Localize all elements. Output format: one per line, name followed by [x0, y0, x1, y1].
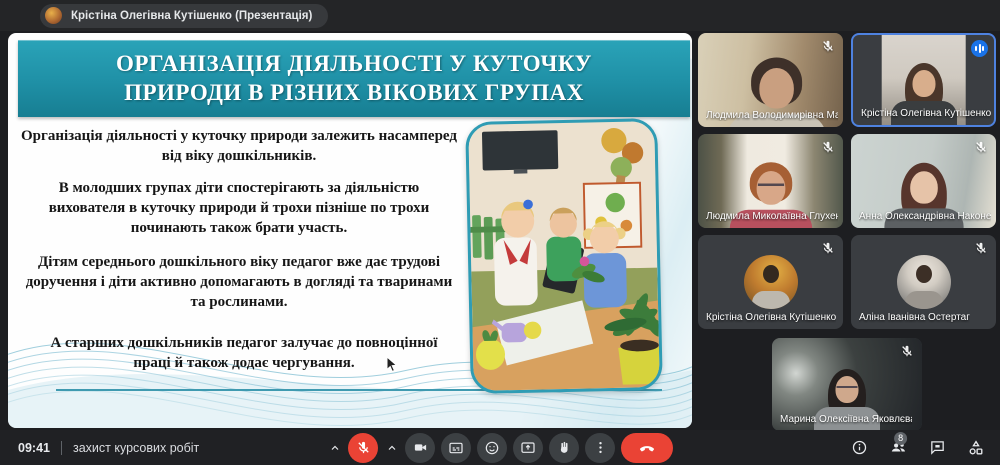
- clock-time: 09:41: [18, 440, 50, 455]
- meeting-details-button[interactable]: [849, 437, 869, 459]
- slide-paragraph-1: Організація діяльності у куточку природи…: [21, 128, 457, 164]
- slide-title-line1: ОРГАНІЗАЦІЯ ДІЯЛЬНОСТІ У КУТОЧКУ: [116, 50, 592, 76]
- meeting-title: захист курсових робіт: [72, 440, 200, 455]
- panel-icons: 8: [849, 430, 986, 465]
- mic-off-icon: [902, 345, 912, 357]
- presenter-chip[interactable]: Крістіна Олегівна Кутішенко (Презентація…: [40, 3, 329, 28]
- more-options-button[interactable]: [585, 432, 615, 463]
- call-controls: [327, 432, 673, 463]
- chat-button[interactable]: [927, 437, 947, 459]
- mic-off-button[interactable]: [348, 432, 378, 463]
- activities-button[interactable]: [966, 437, 986, 459]
- meeting-meta: 09:41 захист курсових робіт: [18, 430, 199, 465]
- leave-call-button[interactable]: [621, 432, 673, 463]
- participant-name: Крістіна Олегівна Кутішенко: [861, 108, 992, 119]
- raise-hand-button[interactable]: [549, 432, 579, 463]
- mic-off-icon: [823, 40, 833, 52]
- mic-options-button[interactable]: [327, 433, 342, 463]
- people-button[interactable]: 8: [888, 431, 908, 459]
- chevron-up-icon: [331, 445, 338, 450]
- mic-off-icon: [976, 242, 986, 254]
- slide-title: ОРГАНІЗАЦІЯ ДІЯЛЬНОСТІ У КУТОЧКУ ПРИРОДИ…: [18, 40, 690, 117]
- participant-tile[interactable]: Анна Олександрівна Наконечна: [851, 134, 996, 228]
- vertical-dots-icon: [598, 441, 602, 454]
- participant-tile[interactable]: Аліна Іванівна Остертаг: [851, 235, 996, 329]
- captions-button[interactable]: [441, 432, 471, 463]
- participant-name: Людмила Миколаївна Глухенька: [706, 211, 838, 222]
- activities-icon: [969, 439, 983, 454]
- speaking-indicator-icon: [971, 40, 988, 57]
- participant-name: Анна Олександрівна Наконечна: [859, 211, 991, 222]
- participant-tile[interactable]: Марина Олексіївна Яковлєва: [772, 338, 922, 431]
- participant-name: Аліна Іванівна Остертаг: [859, 312, 970, 323]
- bottom-bar: 09:41 захист курсових робіт 8: [0, 430, 1000, 465]
- participant-tile[interactable]: Людмила Володимирівна Мальце...: [698, 33, 843, 127]
- captions-icon: [449, 442, 463, 453]
- participant-name: Марина Олексіївна Яковлєва: [780, 414, 912, 425]
- reactions-button[interactable]: [477, 432, 507, 463]
- presenter-chip-label: Крістіна Олегівна Кутішенко (Презентація…: [71, 9, 313, 22]
- participant-tile[interactable]: Людмила Миколаївна Глухенька: [698, 134, 843, 228]
- camera-options-button[interactable]: [384, 433, 399, 463]
- participant-tile[interactable]: Крістіна Олегівна Кутішенко: [698, 235, 843, 329]
- participant-name: Людмила Володимирівна Мальце...: [706, 110, 838, 121]
- slide-photo: [465, 118, 663, 394]
- participant-tile[interactable]: Крістіна Олегівна Кутішенко: [851, 33, 996, 127]
- info-icon: [852, 440, 866, 455]
- meet-window: Крістіна Олегівна Кутішенко (Презентація…: [0, 0, 1000, 465]
- presentation-tile[interactable]: ОРГАНІЗАЦІЯ ДІЯЛЬНОСТІ У КУТОЧКУ ПРИРОДИ…: [8, 33, 692, 428]
- mouse-cursor: [386, 356, 398, 373]
- participant-avatar: [743, 255, 798, 309]
- participant-name: Крістіна Олегівна Кутішенко: [706, 312, 837, 323]
- smiley-icon: [485, 441, 499, 454]
- mic-off-icon: [976, 141, 986, 153]
- mic-off-icon: [357, 441, 369, 454]
- people-count-badge: 8: [894, 431, 908, 445]
- chat-icon: [930, 441, 944, 455]
- camera-button[interactable]: [405, 432, 435, 463]
- slide-title-line2: ПРИРОДИ В РІЗНИХ ВІКОВИХ ГРУПАХ: [124, 79, 584, 105]
- participant-avatar: [896, 255, 951, 309]
- present-screen-icon: [521, 441, 535, 453]
- participants-grid: Людмила Володимирівна Мальце... Крістіна…: [698, 33, 996, 431]
- slide-paragraph-3: Дітям середнього дошкільного віку педаго…: [25, 254, 453, 310]
- end-call-icon: [639, 445, 655, 451]
- top-bar: Крістіна Олегівна Кутішенко (Презентація…: [0, 0, 1000, 31]
- meta-divider: [60, 440, 62, 455]
- presenter-avatar: [45, 7, 62, 24]
- hand-icon: [560, 441, 567, 453]
- camera-icon: [414, 444, 426, 451]
- present-screen-button[interactable]: [513, 432, 543, 463]
- chevron-up-icon: [388, 445, 395, 450]
- slide-paragraph-2: В молодших групах діти спостерігають за …: [48, 180, 430, 236]
- slide-photo-illustration: [465, 122, 663, 394]
- mic-off-icon: [823, 141, 833, 153]
- mic-off-icon: [823, 242, 833, 254]
